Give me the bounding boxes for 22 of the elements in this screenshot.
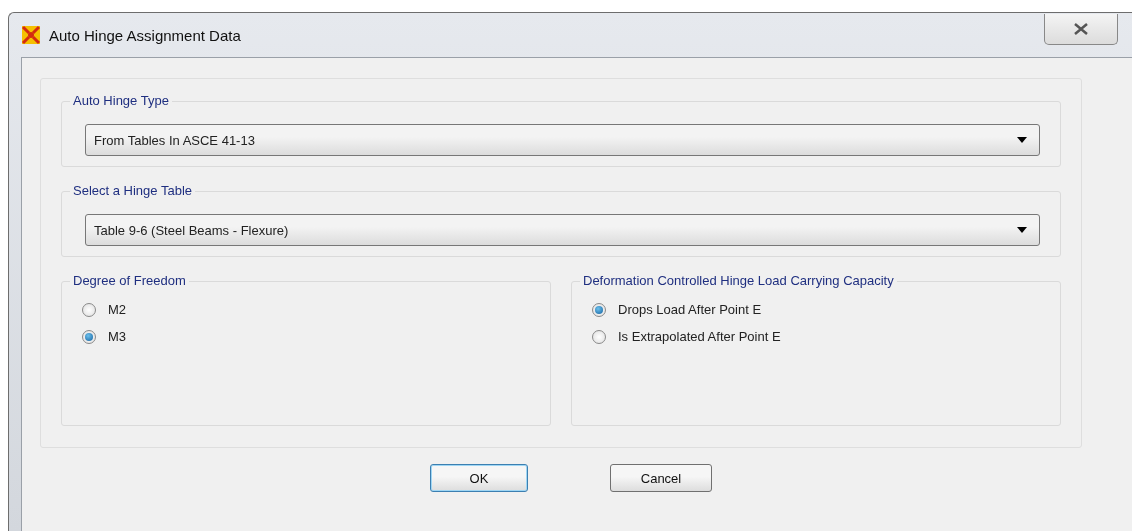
window-title: Auto Hinge Assignment Data: [49, 26, 241, 44]
close-icon: [1073, 22, 1089, 35]
radio-button[interactable]: [592, 329, 606, 344]
dropdown-arrow-icon: [1017, 137, 1027, 143]
group-label: Deformation Controlled Hinge Load Carrying Capacity: [580, 273, 897, 288]
dropdown[interactable]: Table 9-6 (Steel Beams - Flexure): [85, 214, 1040, 246]
radio-label[interactable]: M3: [108, 329, 127, 344]
group-label: Degree of Freedom: [70, 273, 189, 288]
radio-label[interactable]: Is Extrapolated After Point E: [618, 329, 781, 344]
dropdown[interactable]: From Tables In ASCE 41-13: [85, 124, 1040, 156]
radio-label[interactable]: Drops Load After Point E: [618, 302, 762, 317]
radio-button[interactable]: [592, 302, 606, 317]
group-label: Select a Hinge Table: [70, 183, 195, 198]
radio-label[interactable]: M2: [108, 302, 127, 317]
ok-button[interactable]: OK: [430, 464, 528, 492]
app-logo-icon: [21, 25, 41, 45]
cancel-button[interactable]: Cancel: [610, 464, 712, 492]
radio-button[interactable]: [82, 302, 96, 317]
radio-button[interactable]: [82, 329, 96, 344]
dropdown-arrow-icon: [1017, 227, 1027, 233]
group-label: Auto Hinge Type: [70, 93, 172, 108]
close-button[interactable]: [1044, 13, 1118, 45]
